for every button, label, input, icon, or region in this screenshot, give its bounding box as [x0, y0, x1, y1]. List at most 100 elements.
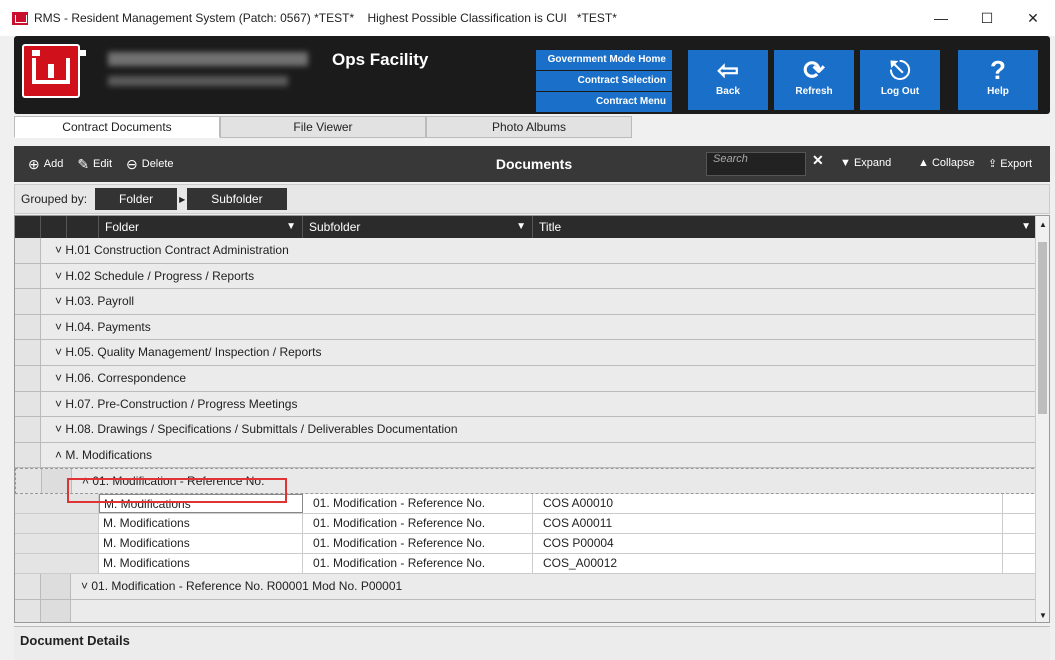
- title-cell[interactable]: COS_A00012: [533, 553, 1003, 573]
- logout-icon: ⎋: [889, 55, 911, 85]
- column-header-subfolder[interactable]: Subfolder ▼: [303, 216, 533, 238]
- folder-cell[interactable]: M. Modifications: [99, 533, 303, 553]
- group-text: H.07. Pre-Construction / Progress Meetin…: [65, 396, 298, 411]
- title-cell[interactable]: COS A00011: [533, 513, 1003, 533]
- clear-search-icon[interactable]: ✕: [812, 152, 824, 169]
- group-row[interactable]: ˅ H.01 Construction Contract Administrat…: [15, 238, 1049, 264]
- group-label: ˅ H.03. Payroll: [55, 294, 135, 309]
- subgroup-row-partial[interactable]: [15, 599, 1049, 622]
- filter-icon[interactable]: ▼: [516, 216, 526, 238]
- export-icon: ⇪: [988, 158, 998, 170]
- subfolder-cell[interactable]: 01. Modification - Reference No.: [303, 493, 533, 513]
- group-row[interactable]: ˅ H.06. Correspondence: [15, 365, 1049, 392]
- subgroup-row-selected[interactable]: ˄ 01. Modification - Reference No.: [15, 468, 1049, 494]
- minimize-button[interactable]: —: [918, 0, 964, 36]
- group-chip-subfolder[interactable]: Subfolder: [187, 188, 287, 210]
- tab-contract-documents[interactable]: Contract Documents: [14, 116, 220, 138]
- contract-selection-link[interactable]: Contract Selection: [536, 71, 672, 91]
- maximize-button[interactable]: ☐: [964, 0, 1010, 36]
- subgroup-label: ˅ 01. Modification - Reference No. R0000…: [81, 578, 403, 593]
- group-text: H.01 Construction Contract Administratio…: [65, 243, 289, 257]
- subgroup-label: ˄ 01. Modification - Reference No.: [82, 474, 265, 489]
- title-cell[interactable]: COS A00010: [533, 493, 1003, 513]
- table-row[interactable]: M. Modifications 01. Modification - Refer…: [15, 513, 1049, 534]
- group-label: ˅ H.08. Drawings / Specifications / Subm…: [55, 422, 458, 437]
- folder-cell[interactable]: M. Modifications: [99, 493, 303, 513]
- grid-header: Folder ▼ Subfolder ▼ Title ▼: [15, 216, 1049, 238]
- export-button[interactable]: ⇪ Export: [988, 157, 1032, 170]
- group-label: ˅ H.05. Quality Management/ Inspection /…: [55, 345, 322, 360]
- subfolder-cell[interactable]: 01. Modification - Reference No.: [303, 513, 533, 533]
- column-header-folder[interactable]: Folder ▼: [99, 216, 303, 238]
- contract-menu-link[interactable]: Contract Menu: [536, 92, 672, 112]
- chevron-right-icon: ▶: [179, 194, 186, 204]
- close-button[interactable]: ✕: [1010, 0, 1055, 36]
- folder-cell[interactable]: M. Modifications: [99, 553, 303, 573]
- grid-body: ˅ H.01 Construction Contract Administrat…: [15, 238, 1049, 622]
- search-input[interactable]: Search: [706, 152, 806, 176]
- delete-icon: ⊖: [126, 155, 138, 172]
- subfolder-cell[interactable]: 01. Modification - Reference No.: [303, 553, 533, 573]
- group-row[interactable]: ˅ H.04. Payments: [15, 314, 1049, 341]
- refresh-label: Refresh: [795, 86, 833, 97]
- edit-label: Edit: [93, 158, 113, 170]
- subgroup-row[interactable]: ˅ 01. Modification - Reference No. R0000…: [15, 573, 1049, 600]
- scroll-down-icon[interactable]: ▼: [1039, 611, 1047, 620]
- filter-icon[interactable]: ▼: [1021, 216, 1031, 238]
- tab-photo-albums[interactable]: Photo Albums: [426, 116, 632, 138]
- add-button[interactable]: ⊕ Add: [28, 156, 63, 173]
- documents-toolbar: ⊕ Add ✎ Edit ⊖ Delete Documents Search ✕ ▼ …: [14, 146, 1050, 182]
- subfolder-header-label: Subfolder: [309, 220, 361, 234]
- title-header-label: Title: [539, 220, 562, 234]
- vertical-scrollbar[interactable]: ▲ ▼: [1035, 216, 1049, 622]
- site-name: Ops Facility: [332, 50, 429, 69]
- app-window: RMS - Resident Management System (Patch:…: [0, 0, 1055, 660]
- header-banner: Ops Facility Government Mode Home Contra…: [14, 36, 1050, 114]
- document-details-panel: Document Details: [14, 626, 1050, 660]
- group-text: H.02 Schedule / Progress / Reports: [65, 268, 255, 283]
- subgroup-text: 01. Modification - Reference No. R00001 …: [91, 578, 403, 593]
- subgroup-text: 01. Modification - Reference No.: [92, 474, 265, 489]
- edit-button[interactable]: ✎ Edit: [77, 156, 112, 173]
- collapse-label: Collapse: [931, 157, 975, 169]
- scroll-up-icon[interactable]: ▲: [1039, 220, 1047, 229]
- expand-label: Expand: [853, 157, 892, 169]
- group-row[interactable]: ˅ H.07. Pre-Construction / Progress Meet…: [15, 391, 1049, 418]
- group-row-expanded[interactable]: ˄ M. Modifications: [15, 442, 1049, 469]
- documents-grid: Folder ▼ Subfolder ▼ Title ▼ ˅ H.01 Constru…: [14, 215, 1050, 623]
- group-row[interactable]: ˅ H.03. Payroll: [15, 289, 1049, 315]
- group-row[interactable]: ˅ H.05. Quality Management/ Inspection /…: [15, 340, 1049, 366]
- filter-icon[interactable]: ▼: [286, 216, 296, 238]
- title-cell[interactable]: COS P00004: [533, 533, 1003, 553]
- group-row[interactable]: ˅ H.08. Drawings / Specifications / Subm…: [15, 417, 1049, 443]
- tab-file-viewer[interactable]: File Viewer: [220, 116, 426, 138]
- table-row[interactable]: M. Modifications 01. Modification - Refer…: [15, 533, 1049, 554]
- export-label: Export: [1000, 158, 1033, 170]
- subfolder-cell[interactable]: 01. Modification - Reference No.: [303, 533, 533, 553]
- group-label: ˅ H.04. Payments: [55, 319, 151, 334]
- group-chip-folder[interactable]: Folder: [95, 188, 178, 210]
- back-arrow-icon: ⇦: [717, 55, 739, 85]
- table-row[interactable]: M. Modifications 01. Modification - Refer…: [15, 493, 1049, 514]
- group-label: ˅ H.06. Correspondence: [55, 370, 187, 385]
- expand-button[interactable]: ▼ Expand: [840, 157, 891, 169]
- delete-label: Delete: [141, 158, 174, 170]
- group-text: M. Modifications: [65, 447, 153, 462]
- collapse-button[interactable]: ▲ Collapse: [918, 157, 975, 169]
- help-button[interactable]: ? Help: [958, 50, 1038, 110]
- table-row[interactable]: M. Modifications 01. Modification - Refer…: [15, 553, 1049, 574]
- refresh-button[interactable]: ⟳ Refresh: [774, 50, 854, 110]
- column-header-title[interactable]: Title ▼: [533, 216, 1037, 238]
- back-button[interactable]: ⇦ Back: [688, 50, 768, 110]
- redacted-contract-text: [108, 76, 288, 86]
- log-out-button[interactable]: ⎋ Log Out: [860, 50, 940, 110]
- group-row[interactable]: ˅ H.02 Schedule / Progress / Reports: [15, 263, 1049, 290]
- app-small-logo-icon: [12, 11, 28, 25]
- government-mode-home-link[interactable]: Government Mode Home: [536, 50, 672, 70]
- group-indent-header: [41, 216, 67, 238]
- scrollbar-thumb[interactable]: [1038, 242, 1047, 414]
- group-text: H.08. Drawings / Specifications / Submit…: [65, 422, 458, 437]
- folder-cell[interactable]: M. Modifications: [99, 513, 303, 533]
- delete-button[interactable]: ⊖ Delete: [126, 156, 174, 173]
- group-label: ˅ H.01 Construction Contract Administrat…: [55, 243, 289, 257]
